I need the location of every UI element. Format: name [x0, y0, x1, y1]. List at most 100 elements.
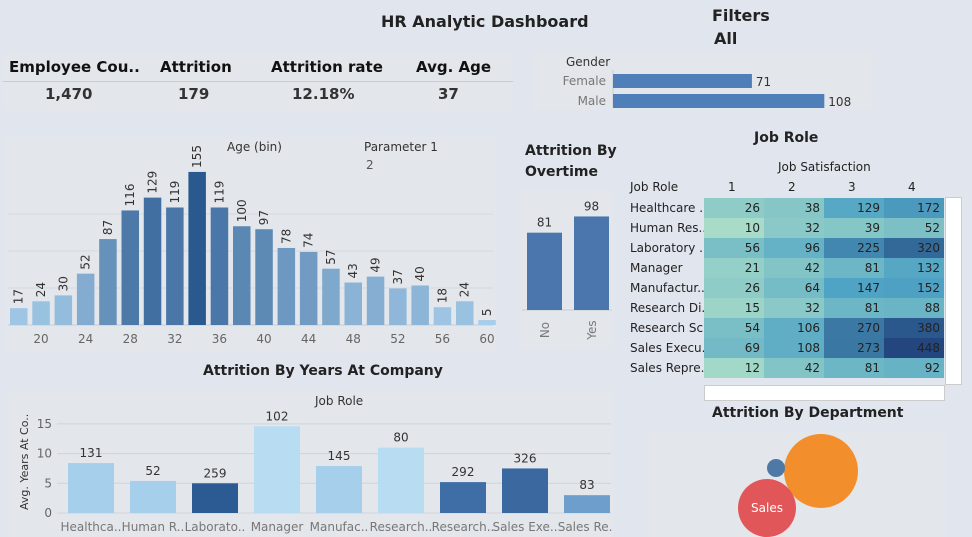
- age-bar[interactable]: [32, 301, 50, 325]
- age-bar[interactable]: [210, 207, 229, 325]
- gender-bar-female[interactable]: [613, 74, 752, 88]
- age-bar[interactable]: [411, 285, 429, 326]
- bubble-research-development[interactable]: [784, 434, 858, 508]
- heatmap-vertical-scrollbar[interactable]: [945, 197, 962, 385]
- overtime-bar-no[interactable]: [527, 232, 562, 310]
- overtime-label-no: No: [538, 322, 552, 338]
- heatmap-row-label: Human Res..: [630, 221, 707, 235]
- bubble-human-resources[interactable]: [767, 459, 785, 477]
- dashboard-title: HR Analytic Dashboard: [381, 12, 589, 31]
- heatmap-cell[interactable]: 172: [884, 198, 944, 218]
- heatmap-cell[interactable]: 225: [824, 238, 884, 258]
- heatmap-cell[interactable]: 32: [764, 218, 824, 238]
- overtime-chart[interactable]: 81 No 98 Yes: [520, 190, 614, 350]
- jobrole-title: Job Role: [754, 130, 819, 146]
- age-bar[interactable]: [255, 229, 273, 325]
- age-chart[interactable]: Age (bin) Parameter 1 2 17 24 30 52 87 116 129…: [5, 137, 496, 352]
- years-category-label: Healthca..: [61, 520, 122, 534]
- age-bar[interactable]: [322, 268, 340, 325]
- heatmap-cell[interactable]: 380: [884, 318, 944, 338]
- heatmap-cell[interactable]: 26: [704, 198, 764, 218]
- age-bar[interactable]: [166, 207, 184, 325]
- heatmap-cell[interactable]: 147: [824, 278, 884, 298]
- heatmap-cell[interactable]: 56: [704, 238, 764, 258]
- heatmap-cell[interactable]: 152: [884, 278, 944, 298]
- heatmap-cell[interactable]: 108: [764, 338, 824, 358]
- years-bar[interactable]: [502, 468, 548, 513]
- age-bar[interactable]: [433, 307, 452, 325]
- heatmap-cell[interactable]: 42: [764, 258, 824, 278]
- heatmap-cell[interactable]: 448: [884, 338, 944, 358]
- age-bar[interactable]: [366, 276, 385, 325]
- gender-bar-male[interactable]: [613, 94, 825, 108]
- filters-title: Filters: [712, 6, 770, 25]
- heatmap-cell[interactable]: 15: [704, 298, 764, 318]
- heatmap-cell[interactable]: 52: [884, 218, 944, 238]
- age-bar[interactable]: [478, 320, 496, 325]
- heatmap-cell[interactable]: 21: [704, 258, 764, 278]
- years-bar[interactable]: [564, 495, 610, 513]
- heatmap-cell[interactable]: 273: [824, 338, 884, 358]
- heatmap-cell[interactable]: 64: [764, 278, 824, 298]
- age-bar[interactable]: [299, 251, 318, 325]
- years-bar[interactable]: [68, 463, 114, 513]
- age-bar[interactable]: [188, 171, 206, 325]
- age-bar[interactable]: [99, 239, 117, 325]
- years-bar[interactable]: [130, 480, 176, 513]
- kpi-employee-count-value: 1,470: [45, 85, 93, 103]
- heatmap-cell[interactable]: 88: [884, 298, 944, 318]
- age-bar[interactable]: [10, 308, 28, 325]
- heatmap-cell[interactable]: 81: [824, 258, 884, 278]
- heatmap-cell[interactable]: 92: [884, 358, 944, 378]
- heatmap-cell[interactable]: 129: [824, 198, 884, 218]
- heatmap-cell[interactable]: 32: [764, 298, 824, 318]
- age-bar[interactable]: [54, 295, 73, 325]
- age-bar[interactable]: [344, 282, 363, 325]
- age-bar-label: 43: [346, 263, 360, 278]
- filters-value[interactable]: All: [714, 29, 737, 48]
- age-bar-label: 116: [123, 184, 137, 207]
- heatmap-cell[interactable]: 81: [824, 298, 884, 318]
- heatmap-cell[interactable]: 26: [704, 278, 764, 298]
- heatmap-cell[interactable]: 38: [764, 198, 824, 218]
- department-chart[interactable]: Sales: [648, 431, 946, 537]
- overtime-value-no: 81: [537, 216, 552, 230]
- age-tick-label: 20: [33, 332, 48, 346]
- heatmap-cell[interactable]: 81: [824, 358, 884, 378]
- age-tick-label: 24: [78, 332, 93, 346]
- age-tick-label: 48: [346, 332, 361, 346]
- heatmap-horizontal-scrollbar[interactable]: [704, 385, 945, 401]
- heatmap-cell[interactable]: 96: [764, 238, 824, 258]
- years-bar[interactable]: [254, 426, 300, 513]
- heatmap-cell[interactable]: 320: [884, 238, 944, 258]
- age-bar-label: 17: [12, 289, 26, 304]
- age-bar[interactable]: [389, 288, 407, 325]
- heatmap-cell[interactable]: 54: [704, 318, 764, 338]
- age-bar-label: 100: [235, 199, 249, 222]
- heatmap-cell[interactable]: 42: [764, 358, 824, 378]
- years-bar[interactable]: [440, 482, 486, 513]
- heatmap-cell[interactable]: 39: [824, 218, 884, 238]
- years-ylabel: Avg. Years At Co..: [18, 414, 31, 510]
- age-bar[interactable]: [143, 197, 162, 325]
- years-bar-label: 80: [393, 431, 408, 445]
- age-bar[interactable]: [277, 247, 296, 325]
- heatmap-cell[interactable]: 106: [764, 318, 824, 338]
- heatmap-cell[interactable]: 270: [824, 318, 884, 338]
- age-bar[interactable]: [121, 210, 140, 325]
- years-chart[interactable]: Job Role Avg. Years At Co.. 0 5 10 15 131 He…: [7, 392, 613, 537]
- age-bar[interactable]: [233, 226, 251, 325]
- years-bar[interactable]: [378, 447, 424, 513]
- heatmap-cell[interactable]: 10: [704, 218, 764, 238]
- overtime-bar-yes[interactable]: [574, 216, 609, 310]
- overtime-title-text: Attrition By Overtime: [525, 143, 617, 180]
- heatmap-cell[interactable]: 132: [884, 258, 944, 278]
- heatmap-cell[interactable]: 69: [704, 338, 764, 358]
- years-bar[interactable]: [192, 483, 238, 513]
- age-bar[interactable]: [456, 301, 474, 325]
- gender-chart[interactable]: Gender Female Male 71 108: [533, 52, 873, 110]
- years-category-label: Sales Exe..: [492, 520, 557, 534]
- heatmap-cell[interactable]: 12: [704, 358, 764, 378]
- age-bar[interactable]: [76, 273, 95, 325]
- years-bar[interactable]: [316, 466, 362, 513]
